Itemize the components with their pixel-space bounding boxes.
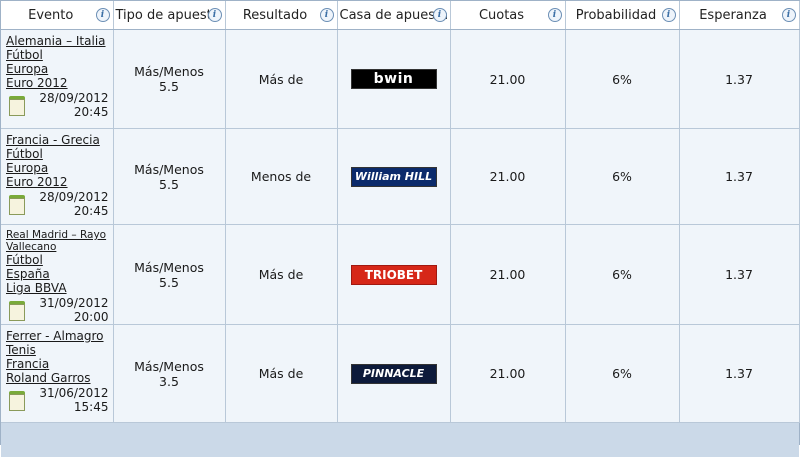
bet-line: 5.5 (159, 79, 179, 94)
bets-table: Evento i Tipo de apuesta i Resultado i Casa… (1, 1, 800, 423)
calendar-icon[interactable] (8, 301, 25, 321)
table-row: Francia - Grecia Fútbol Europa Euro 2012… (1, 128, 800, 225)
col-header-cuotas[interactable]: Cuotas i (450, 1, 566, 30)
bets-table-container: Evento i Tipo de apuesta i Resultado i Casa… (0, 0, 800, 457)
bet-type-cell: Más/Menos 5.5 (113, 29, 226, 129)
event-datetime: 28/09/2012 20:45 (6, 190, 109, 218)
probability-cell: 6% (565, 128, 680, 225)
table-row: Ferrer - Almagro Tenis Francia Roland Ga… (1, 324, 800, 423)
event-link[interactable]: Alemania – Italia (6, 34, 109, 48)
table-footer (1, 423, 799, 457)
event-link[interactable]: Real Madrid – Rayo Vallecano (6, 229, 109, 253)
expectation-cell: 1.37 (679, 128, 800, 225)
odds-cell: 21.00 (450, 128, 566, 225)
triobet-logo[interactable]: TRIOBET (350, 264, 437, 285)
league-link[interactable]: Liga BBVA (6, 281, 109, 295)
expectation-cell: 1.37 (679, 29, 800, 129)
bookmaker-cell: TRIOBET (337, 224, 451, 325)
info-icon[interactable]: i (781, 8, 796, 22)
sport-link[interactable]: Fútbol (6, 48, 109, 62)
event-cell: Real Madrid – Rayo Vallecano Fútbol Espa… (1, 224, 114, 325)
event-time: 20:45 (73, 105, 109, 119)
bet-type: Más/Menos (134, 259, 204, 275)
bet-type: Más/Menos (134, 64, 204, 79)
probability-cell: 6% (565, 29, 680, 129)
col-header-resultado[interactable]: Resultado i (225, 1, 338, 30)
table-row: Real Madrid – Rayo Vallecano Fútbol Espa… (1, 224, 800, 325)
pinnacle-logo[interactable]: PINNACLE (350, 363, 437, 384)
bet-line: 3.5 (159, 373, 179, 389)
event-cell: Francia - Grecia Fútbol Europa Euro 2012… (1, 128, 114, 225)
event-date: 28/09/2012 (39, 91, 109, 105)
odds-cell: 21.00 (450, 29, 566, 129)
calendar-icon[interactable] (8, 195, 25, 215)
event-time: 20:00 (73, 310, 109, 324)
result-cell: Más de (225, 224, 338, 325)
bet-line: 5.5 (159, 274, 179, 290)
col-header-probabilidad[interactable]: Probabilidad i (565, 1, 680, 30)
event-datetime: 31/09/2012 20:00 (6, 296, 109, 324)
league-link[interactable]: Euro 2012 (6, 76, 109, 90)
event-time: 15:45 (73, 400, 109, 414)
region-link[interactable]: Francia (6, 357, 109, 371)
bookmaker-cell: bwin (337, 29, 451, 129)
event-datetime: 31/06/2012 15:45 (6, 386, 109, 414)
col-header-evento[interactable]: Evento i (1, 1, 114, 30)
info-icon[interactable]: i (432, 8, 447, 22)
bwin-logo[interactable]: bwin (350, 69, 437, 89)
probability-cell: 6% (565, 224, 680, 325)
sport-link[interactable]: Fútbol (6, 147, 109, 161)
event-date: 28/09/2012 (39, 190, 109, 204)
expectation-cell: 1.37 (679, 324, 800, 423)
region-link[interactable]: España (6, 267, 109, 281)
info-icon[interactable]: i (547, 8, 562, 22)
william-hill-logo[interactable]: William HILL (350, 166, 437, 187)
probability-cell: 6% (565, 324, 680, 423)
info-icon[interactable]: i (319, 8, 334, 22)
event-date: 31/06/2012 (39, 386, 109, 400)
event-cell: Ferrer - Almagro Tenis Francia Roland Ga… (1, 324, 114, 423)
event-link[interactable]: Francia - Grecia (6, 133, 109, 147)
league-link[interactable]: Roland Garros (6, 371, 109, 385)
region-link[interactable]: Europa (6, 62, 109, 76)
event-date: 31/09/2012 (39, 296, 109, 310)
bookmaker-cell: William HILL (337, 128, 451, 225)
sport-link[interactable]: Fútbol (6, 253, 109, 267)
event-cell: Alemania – Italia Fútbol Europa Euro 201… (1, 29, 114, 129)
bet-type: Más/Menos (134, 358, 204, 374)
result-cell: Más de (225, 29, 338, 129)
col-header-tipo[interactable]: Tipo de apuesta i (113, 1, 226, 30)
event-time: 20:45 (73, 204, 109, 218)
odds-cell: 21.00 (450, 324, 566, 423)
col-header-esperanza[interactable]: Esperanza i (679, 1, 800, 30)
bet-type: Más/Menos (134, 161, 204, 177)
league-link[interactable]: Euro 2012 (6, 175, 109, 189)
bet-line: 5.5 (159, 176, 179, 192)
event-link[interactable]: Ferrer - Almagro (6, 329, 109, 343)
event-datetime: 28/09/2012 20:45 (6, 91, 109, 119)
sport-link[interactable]: Tenis (6, 343, 109, 357)
info-icon[interactable]: i (207, 8, 222, 22)
calendar-icon[interactable] (8, 96, 25, 116)
bookmaker-cell: PINNACLE (337, 324, 451, 423)
info-icon[interactable]: i (95, 8, 110, 22)
result-cell: Menos de (225, 128, 338, 225)
result-cell: Más de (225, 324, 338, 423)
region-link[interactable]: Europa (6, 161, 109, 175)
bet-type-cell: Más/Menos 5.5 (113, 224, 226, 325)
odds-cell: 21.00 (450, 224, 566, 325)
bet-type-cell: Más/Menos 5.5 (113, 128, 226, 225)
info-icon[interactable]: i (661, 8, 676, 22)
bet-type-cell: Más/Menos 3.5 (113, 324, 226, 423)
table-row: Alemania – Italia Fútbol Europa Euro 201… (1, 29, 800, 129)
expectation-cell: 1.37 (679, 224, 800, 325)
header-row: Evento i Tipo de apuesta i Resultado i Casa… (1, 1, 800, 30)
calendar-icon[interactable] (8, 391, 25, 411)
col-header-casa[interactable]: Casa de apuesta i (337, 1, 451, 30)
